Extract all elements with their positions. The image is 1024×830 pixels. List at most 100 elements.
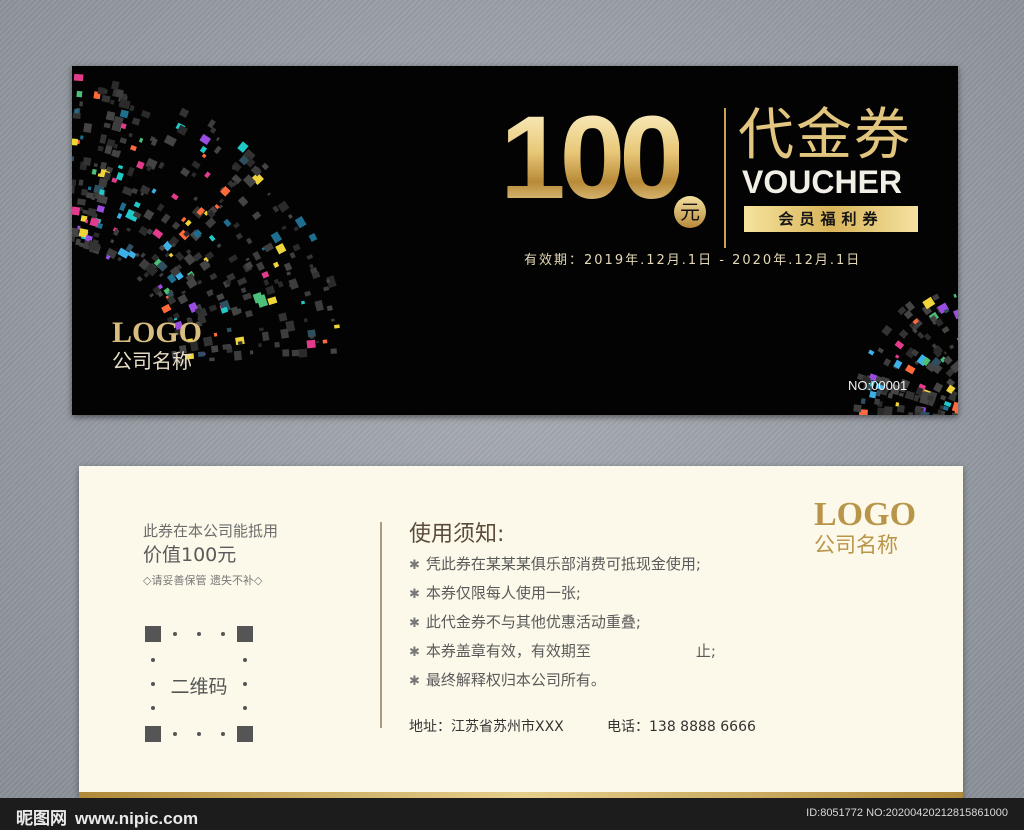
watermark-left: 昵图网 www.nipic.com — [16, 804, 198, 829]
address: 地址：江苏省苏州市XXX — [409, 719, 564, 735]
mosaic-square — [171, 221, 181, 230]
mosaic-square — [151, 188, 157, 194]
mosaic-square — [213, 145, 222, 155]
mosaic-square — [240, 287, 247, 294]
qr-dot — [173, 732, 177, 736]
mosaic-square — [180, 167, 191, 177]
mosaic-square — [261, 270, 270, 279]
mosaic-square — [278, 312, 288, 322]
mosaic-square — [126, 166, 135, 177]
mosaic-square — [293, 226, 299, 232]
mosaic-square — [236, 277, 248, 286]
qr-dot — [243, 682, 247, 686]
front-logo: LOGO — [112, 316, 203, 349]
mosaic-square — [161, 303, 172, 314]
mosaic-square — [314, 300, 324, 312]
rule-text: 最终解释权归本公司所有。 — [425, 671, 606, 689]
mosaic-square — [915, 405, 922, 413]
mosaic-square — [73, 73, 84, 82]
mosaic-square — [208, 234, 216, 242]
mosaic-square — [158, 161, 165, 170]
mosaic-square — [894, 340, 905, 350]
phone: 电话：138 8888 6666 — [607, 719, 756, 735]
mosaic-square — [101, 94, 111, 103]
mosaic-square — [72, 138, 78, 146]
mosaic-square — [209, 357, 215, 362]
mosaic-square — [868, 349, 875, 356]
mosaic-square — [244, 309, 253, 318]
mosaic-square — [82, 209, 89, 215]
mosaic-square — [308, 233, 318, 242]
mosaic-square — [270, 231, 283, 244]
mosaic-square — [179, 107, 190, 118]
mosaic-square — [213, 332, 218, 337]
rule-text: 本券仅限每人使用一张; — [425, 584, 581, 602]
mosaic-square — [233, 222, 240, 229]
mosaic-square — [209, 126, 217, 134]
mosaic-square — [110, 99, 115, 105]
qr-dot — [151, 706, 155, 710]
mosaic-square — [216, 136, 220, 142]
mosaic-square — [136, 275, 143, 282]
mosaic-square — [941, 326, 950, 334]
mosaic-square — [218, 198, 225, 204]
mosaic-square — [193, 196, 198, 202]
mosaic-square — [920, 411, 930, 415]
mosaic-square — [99, 133, 107, 144]
mosaic-square — [273, 261, 280, 268]
mosaic-square — [283, 262, 293, 272]
mosaic-square — [874, 398, 881, 405]
qr-corner — [237, 726, 253, 742]
mosaic-square — [93, 232, 100, 238]
mosaic-square — [216, 243, 222, 249]
mosaic-square — [93, 163, 98, 167]
mosaic-square — [330, 348, 337, 354]
mosaic-square — [80, 188, 88, 196]
mosaic-square — [250, 165, 262, 177]
mosaic-square — [292, 243, 301, 252]
mosaic-square — [883, 406, 893, 415]
rule-item: ✱ 最终解释权归本公司所有。 — [409, 666, 716, 695]
mosaic-square — [72, 227, 79, 238]
mosaic-square — [138, 137, 144, 143]
mosaic-square — [282, 349, 290, 357]
mosaic-square — [129, 104, 135, 112]
mosaic-square — [126, 227, 131, 232]
mosaic-square — [905, 364, 916, 375]
qr-corner — [145, 726, 161, 742]
mosaic-square — [79, 101, 84, 107]
bullet-icon: ✱ — [409, 587, 420, 602]
mosaic-square — [96, 205, 105, 213]
bullet-icon: ✱ — [409, 616, 420, 631]
rule-text: 凭此券在某某某俱乐部消费可抵现金使用; — [425, 555, 701, 573]
mosaic-square — [894, 354, 900, 359]
front-company-name: 公司名称 — [112, 349, 192, 373]
qr-dot — [197, 632, 201, 636]
mosaic-square — [216, 293, 225, 301]
mosaic-square — [121, 186, 134, 197]
mosaic-square — [197, 279, 203, 285]
mosaic-square — [334, 324, 340, 329]
mosaic-square — [246, 237, 253, 245]
mosaic-square — [940, 394, 947, 401]
title-divider — [724, 108, 726, 248]
mosaic-square — [76, 198, 86, 206]
mosaic-square — [72, 156, 75, 162]
use-note: 此券在本公司能抵用 — [143, 522, 279, 540]
mosaic-square — [163, 134, 177, 147]
value-note: 价值100元 — [143, 544, 237, 566]
watermark-id: ID:8051772 NO:20200420212815861000 — [806, 807, 1008, 819]
mosaic-square — [953, 293, 957, 298]
mosaic-square — [211, 345, 219, 353]
mosaic-square — [267, 296, 278, 306]
mosaic-square — [261, 331, 270, 342]
mosaic-square — [96, 194, 108, 205]
mosaic-square — [286, 271, 291, 276]
rule-item: ✱ 此代金券不与其他优惠活动重叠; — [409, 608, 716, 637]
mosaic-square — [303, 318, 308, 323]
mosaic-square — [204, 171, 211, 179]
keep-note: ◇请妥善保管 遗失不补◇ — [143, 574, 263, 587]
mosaic-square — [143, 209, 155, 221]
mosaic-square — [267, 192, 271, 196]
amount-value: 100 — [500, 92, 685, 224]
